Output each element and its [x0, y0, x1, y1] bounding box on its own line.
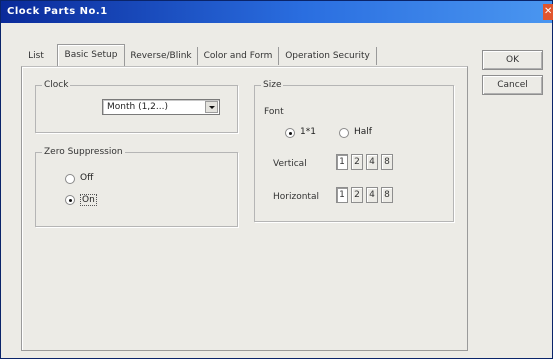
- clock-select[interactable]: Month (1,2...): [102, 99, 220, 115]
- window-title: Clock Parts No.1: [7, 6, 108, 17]
- vertical-size-2-button[interactable]: 2: [351, 154, 363, 170]
- horizontal-size-4-button[interactable]: 4: [366, 187, 378, 203]
- vertical-size-4-button[interactable]: 4: [366, 154, 378, 170]
- font-1x1-label: 1*1: [300, 127, 316, 137]
- radio-on-indicator: [65, 195, 75, 205]
- cancel-button[interactable]: Cancel: [482, 75, 543, 95]
- font-half-label: Half: [354, 127, 372, 137]
- close-icon[interactable]: ✕: [543, 4, 553, 20]
- tab-reverse-blink[interactable]: Reverse/Blink: [124, 47, 197, 65]
- font-half-indicator: [339, 128, 349, 138]
- horizontal-size-2-button[interactable]: 2: [351, 187, 363, 203]
- clock-select-value: Month (1,2...): [107, 102, 168, 112]
- font-half-radio[interactable]: Half: [339, 127, 379, 141]
- vertical-size-8-button[interactable]: 8: [381, 154, 393, 170]
- tab-color-and-form[interactable]: Color and Form: [197, 47, 278, 65]
- horizontal-size-buttons: 1 2 4 8: [336, 187, 410, 203]
- size-group: Size Font 1*1 Half Vertical 1 2 4 8 Hori…: [254, 80, 454, 222]
- size-group-label: Size: [261, 80, 284, 90]
- vertical-size-buttons: 1 2 4 8: [336, 154, 410, 170]
- title-bar[interactable]: Clock Parts No.1 ✕: [1, 1, 553, 23]
- vertical-label: Vertical: [273, 159, 307, 169]
- zero-suppression-on-radio[interactable]: On: [65, 194, 105, 208]
- horizontal-label: Horizontal: [273, 192, 319, 202]
- chevron-down-icon[interactable]: [205, 101, 218, 113]
- font-1x1-radio[interactable]: 1*1: [285, 127, 325, 141]
- zero-suppression-off-radio[interactable]: Off: [65, 173, 105, 187]
- zero-suppression-label: Zero Suppression: [42, 147, 125, 157]
- radio-off-indicator: [65, 174, 75, 184]
- font-1x1-indicator: [285, 128, 295, 138]
- horizontal-size-1-button[interactable]: 1: [336, 187, 348, 203]
- horizontal-size-8-button[interactable]: 8: [381, 187, 393, 203]
- ok-button[interactable]: OK: [482, 50, 543, 70]
- radio-on-label: On: [80, 194, 97, 206]
- radio-off-label: Off: [80, 173, 94, 183]
- tab-list[interactable]: List: [21, 47, 51, 65]
- clock-parts-dialog: Clock Parts No.1 ✕ List Basic Setup Reve…: [0, 0, 553, 359]
- vertical-size-1-button[interactable]: 1: [336, 154, 348, 170]
- zero-suppression-group: Zero Suppression Off On: [35, 147, 238, 227]
- clock-group-label: Clock: [42, 80, 71, 90]
- clock-group: Clock Month (1,2...): [35, 80, 238, 133]
- tab-operation-security[interactable]: Operation Security: [278, 47, 377, 65]
- font-label: Font: [264, 107, 284, 117]
- tab-basic-setup[interactable]: Basic Setup: [57, 44, 125, 66]
